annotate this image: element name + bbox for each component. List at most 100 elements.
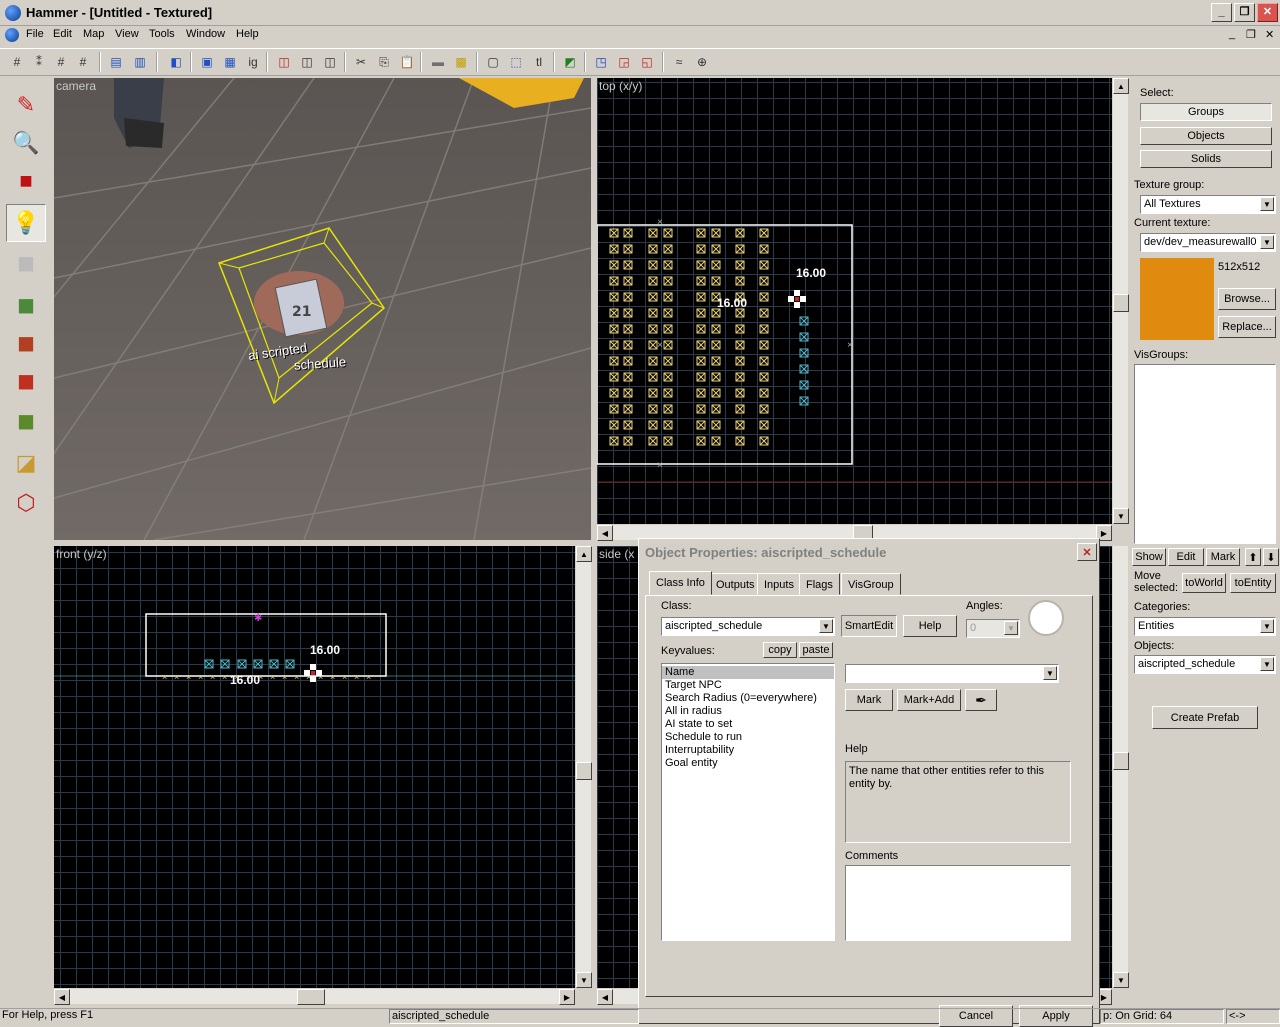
close-icon[interactable]: ✕	[1257, 3, 1278, 22]
clip-tool-icon[interactable]: ◪	[6, 444, 46, 482]
grid-larger-icon[interactable]: #	[73, 52, 93, 72]
texture-lock-icon[interactable]: ▣	[197, 52, 217, 72]
angles-select[interactable]: 0 ▼	[966, 619, 1020, 638]
menu-window[interactable]: Window	[186, 28, 225, 40]
scroll-up-icon[interactable]: ▲	[576, 546, 592, 562]
tab-visgroup[interactable]: VisGroup	[841, 573, 901, 595]
tab-flags[interactable]: Flags	[799, 573, 840, 595]
list-item[interactable]: Goal entity	[662, 757, 834, 770]
help-button[interactable]: Help	[903, 615, 957, 637]
menu-file[interactable]: File	[26, 28, 44, 40]
paste-icon[interactable]: 📋	[397, 52, 417, 72]
menu-view[interactable]: View	[115, 28, 139, 40]
group-icon[interactable]: ▥	[130, 52, 150, 72]
magnify-tool-icon[interactable]: 🔍	[6, 124, 46, 162]
document-icon[interactable]	[5, 28, 19, 42]
flip-vertical-icon[interactable]: ◲	[614, 52, 634, 72]
front-viewport-vscroll[interactable]: ▲ ▼	[575, 546, 592, 988]
tab-outputs[interactable]: Outputs	[709, 573, 762, 595]
crosshair-icon[interactable]: ⊕	[692, 52, 712, 72]
grid-smaller-icon[interactable]: #	[51, 52, 71, 72]
top-viewport[interactable]: × × × × top (x/y) 16.00 16.00	[597, 78, 1112, 524]
menu-map[interactable]: Map	[83, 28, 104, 40]
list-item[interactable]: Target NPC	[662, 679, 834, 692]
apply-texture-icon[interactable]: ◼	[6, 324, 46, 362]
top-viewport-vscroll[interactable]: ▲ ▼	[1112, 78, 1129, 524]
menu-tools[interactable]: Tools	[149, 28, 175, 40]
browse-button[interactable]: Browse...	[1218, 288, 1276, 310]
camera-tool-icon[interactable]: ■	[6, 162, 46, 200]
replace-button[interactable]: Replace...	[1218, 316, 1276, 338]
create-prefab-button[interactable]: Create Prefab	[1152, 706, 1258, 729]
scroll-down-icon[interactable]: ▼	[1113, 972, 1129, 988]
texture-scale-lock-icon[interactable]: ▦	[220, 52, 240, 72]
objects-select[interactable]: aiscripted_schedule ▼	[1134, 655, 1276, 674]
overlay-tool-icon[interactable]: ◼	[6, 402, 46, 440]
list-item[interactable]: Interruptability	[662, 744, 834, 757]
menu-edit[interactable]: Edit	[53, 28, 72, 40]
tab-inputs[interactable]: Inputs	[757, 573, 801, 595]
camera-viewport[interactable]: 21 camera ai scripted schedule	[54, 78, 591, 540]
tab-class-info[interactable]: Class Info	[649, 571, 712, 595]
current-texture-select[interactable]: dev/dev_measurewall0 ▼	[1140, 233, 1276, 252]
eyedropper-icon[interactable]: ✒	[965, 689, 997, 711]
vertex-tool-icon[interactable]: ⬡	[6, 484, 46, 522]
scroll-thumb[interactable]	[1113, 752, 1129, 770]
scroll-left-icon[interactable]: ◀	[597, 989, 613, 1005]
scroll-right-icon[interactable]: ▶	[559, 989, 575, 1005]
list-item[interactable]: All in radius	[662, 705, 834, 718]
scroll-up-icon[interactable]: ▲	[1113, 78, 1129, 94]
front-viewport[interactable]: × × × × × × × × × × × × × × × × × × ✱ front (y/z) 16.00 1…	[54, 546, 575, 988]
toggle-helpers-icon[interactable]: ◫	[274, 52, 294, 72]
autosave-icon[interactable]: ◫	[320, 52, 340, 72]
side-viewport-vscroll[interactable]: ▼	[1112, 546, 1129, 988]
visgroup-mark-button[interactable]: Mark	[1206, 548, 1240, 566]
hide-icon[interactable]: ◧	[166, 52, 186, 72]
dialog-close-icon[interactable]: ✕	[1077, 543, 1097, 561]
list-item[interactable]: Schedule to run	[662, 731, 834, 744]
hollow-icon[interactable]: ▬	[428, 52, 448, 72]
scroll-thumb[interactable]	[297, 989, 325, 1005]
visgroup-show-button[interactable]: Show	[1132, 548, 1166, 566]
cut-icon[interactable]: ✂	[351, 52, 371, 72]
scroll-down-icon[interactable]: ▼	[576, 972, 592, 988]
texture-application-icon[interactable]: tl	[529, 52, 549, 72]
smartedit-button[interactable]: SmartEdit	[841, 615, 897, 637]
class-select[interactable]: aiscripted_schedule ▼	[661, 617, 835, 636]
front-viewport-hscroll[interactable]: ◀ ▶	[54, 988, 575, 1005]
mark-add-button[interactable]: Mark+Add	[897, 689, 961, 711]
value-select[interactable]: ▼	[845, 664, 1059, 683]
hammer-app-icon[interactable]	[5, 5, 21, 21]
mdi-minimize-icon[interactable]: _	[1229, 28, 1235, 40]
categories-select[interactable]: Entities ▼	[1134, 617, 1276, 636]
to-entity-button[interactable]: toEntity	[1230, 573, 1276, 593]
block-tool-icon[interactable]: ◼	[6, 244, 46, 282]
to-world-button[interactable]: toWorld	[1182, 573, 1226, 593]
model-view-icon[interactable]: ◫	[297, 52, 317, 72]
copy-icon[interactable]: ⎘	[374, 52, 394, 72]
list-item[interactable]: Name	[662, 666, 834, 679]
copy-button[interactable]: copy	[763, 642, 797, 658]
texture-tool-icon[interactable]: ◼	[6, 286, 46, 324]
select-solids-button[interactable]: Solids	[1140, 150, 1272, 168]
entity-report-icon[interactable]: ≈	[669, 52, 689, 72]
carve-icon[interactable]: ▤	[106, 52, 126, 72]
selection-box-icon[interactable]: ▢	[483, 52, 503, 72]
ignore-groups-icon[interactable]: ig	[243, 52, 263, 72]
grid-3d-icon[interactable]: ⁑	[29, 52, 49, 72]
mdi-restore-icon[interactable]: ❐	[1246, 28, 1256, 41]
decal-tool-icon[interactable]: ◼	[6, 362, 46, 400]
scroll-left-icon[interactable]: ◀	[54, 989, 70, 1005]
texture-preview[interactable]	[1140, 258, 1214, 340]
list-item[interactable]: AI state to set	[662, 718, 834, 731]
paste-button[interactable]: paste	[799, 642, 833, 658]
restore-icon[interactable]: ❐	[1234, 3, 1255, 22]
scroll-thumb[interactable]	[576, 762, 592, 780]
scroll-thumb[interactable]	[1113, 294, 1129, 312]
run-map-icon[interactable]: ◩	[560, 52, 580, 72]
angle-dial[interactable]	[1028, 600, 1064, 636]
select-by-handles-icon[interactable]: ⬚	[506, 52, 526, 72]
visgroups-list[interactable]	[1134, 364, 1276, 544]
scroll-left-icon[interactable]: ◀	[597, 525, 613, 541]
select-groups-button[interactable]: Groups	[1140, 103, 1272, 121]
